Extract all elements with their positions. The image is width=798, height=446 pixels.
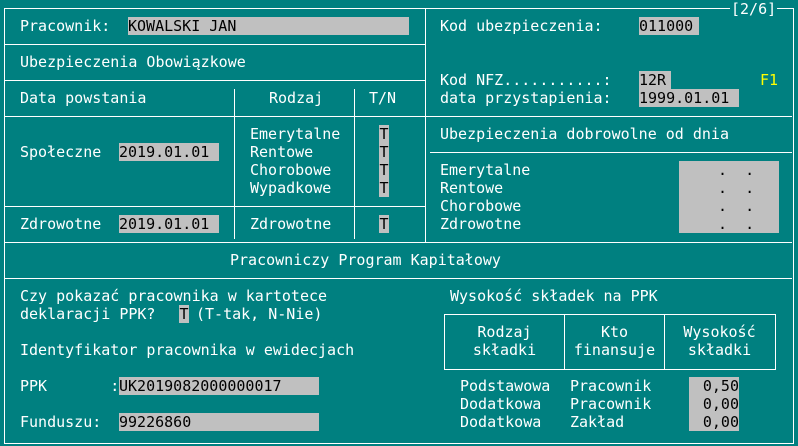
divider-under-employee <box>4 44 425 45</box>
voluntary-item-label: Emerytalne <box>440 161 531 179</box>
contrib-header-amount: Wysokość <box>683 323 756 341</box>
ppk-title: Pracowniczy Program Kapitałowy <box>230 251 501 269</box>
insurance-code-field[interactable]: 011000 <box>639 17 699 35</box>
contrib-header-payer-2: finansuje <box>573 341 656 359</box>
divider-kind-yn <box>354 89 355 239</box>
contrib-row-payer: Pracownik <box>570 395 652 413</box>
voluntary-title: Ubezpieczenia dobrowolne od dnia <box>440 125 729 143</box>
social-item-value[interactable]: T <box>379 125 389 143</box>
header-date: Data powstania <box>20 89 147 107</box>
ppk-id-field[interactable]: UK2019082000000017 <box>119 377 319 395</box>
contrib-header-type: Rodzaj <box>477 323 532 341</box>
voluntary-item-label: Rentowe <box>440 179 504 197</box>
insurance-code-label: Kod ubezpieczenia: <box>440 17 603 35</box>
contrib-title: Wysokość składek na PPK <box>450 287 658 305</box>
header-yn: T/N <box>369 89 397 107</box>
contrib-row-type: Dodatkowa <box>460 395 542 413</box>
social-item-value[interactable]: T <box>379 179 389 197</box>
health-date-field[interactable]: 2019.01.01 <box>119 215 219 233</box>
divider-under-mandatory-headers <box>4 116 425 117</box>
contrib-row-amount[interactable]: 0,00 <box>689 413 739 431</box>
ppk-question-line1: Czy pokazać pracownika w kartotece <box>20 287 328 305</box>
contrib-row-amount[interactable]: 0,00 <box>689 395 739 413</box>
contrib-row-payer: Zakład <box>570 413 625 431</box>
voluntary-item-date[interactable]: . . <box>709 197 769 215</box>
social-item-label: Rentowe <box>250 143 314 161</box>
fund-field[interactable]: 99226860 <box>119 413 319 431</box>
voluntary-item-date[interactable]: . . <box>709 215 769 233</box>
divider-ppk-title <box>4 278 792 279</box>
ppk-id-heading: Identyfikator pracownika w ewidecjach <box>20 341 355 359</box>
nfz-label: Kod NFZ...........: <box>440 71 612 89</box>
nfz-lookup-key[interactable]: F1 <box>760 71 778 89</box>
social-item-label: Emerytalne <box>250 125 341 143</box>
social-item-label: Wypadkowe <box>250 179 332 197</box>
contrib-header-type-2: składki <box>472 341 537 359</box>
join-date-label: data przystapienia: <box>440 89 612 107</box>
divider-under-mandatory-title <box>4 80 425 81</box>
health-value-field[interactable]: T <box>379 215 389 233</box>
mandatory-title: Ubezpieczenia Obowiązkowe <box>20 53 246 71</box>
contrib-header-payer: Kto <box>600 323 629 341</box>
ppk-id-label: PPK : <box>20 377 120 395</box>
contrib-row-amount[interactable]: 0,50 <box>689 377 739 395</box>
ppk-show-field[interactable]: T <box>179 305 189 323</box>
employee-insurance-screen: [2/6] Pracownik: KOWALSKI JAN Ubezpiecze… <box>0 0 798 446</box>
social-item-value[interactable]: T <box>379 161 389 179</box>
voluntary-item-date[interactable]: . . <box>709 161 769 179</box>
nfz-code-field[interactable]: 12R <box>639 71 671 89</box>
social-item-value[interactable]: T <box>379 143 389 161</box>
divider-above-health <box>4 206 425 207</box>
contrib-header-amount-2: składki <box>687 341 752 359</box>
fund-label: Funduszu: <box>20 413 102 431</box>
social-item-label: Chorobowe <box>250 161 332 179</box>
social-label: Społeczne <box>20 143 102 161</box>
divider-main-vertical <box>425 8 426 242</box>
health-label: Zdrowotne <box>20 215 102 233</box>
voluntary-item-date[interactable]: . . <box>709 179 769 197</box>
voluntary-item-label: Chorobowe <box>440 197 522 215</box>
divider-date-kind <box>234 89 235 239</box>
ppk-question-hint: (T-tak, N-Nie) <box>196 305 323 323</box>
divider-right-voluntary <box>430 152 792 153</box>
divider-right-upper <box>425 116 792 117</box>
contrib-row-type: Podstawowa <box>460 377 551 395</box>
divider-ppk-top <box>4 242 792 243</box>
page-indicator: [2/6] <box>730 0 778 18</box>
contrib-row-type: Dodatkowa <box>460 413 542 431</box>
ppk-question-line2: deklaracji PPK? <box>20 305 156 323</box>
join-date-field[interactable]: 1999.01.01 <box>639 89 739 107</box>
header-kind: Rodzaj <box>269 89 324 107</box>
health-kind-label: Zdrowotne <box>250 215 332 233</box>
employee-label: Pracownik: <box>20 17 111 35</box>
social-date-field[interactable]: 2019.01.01 <box>119 143 219 161</box>
employee-name-field[interactable]: KOWALSKI JAN <box>128 17 409 35</box>
voluntary-item-label: Zdrowotne <box>440 215 522 233</box>
contrib-row-payer: Pracownik <box>570 377 652 395</box>
